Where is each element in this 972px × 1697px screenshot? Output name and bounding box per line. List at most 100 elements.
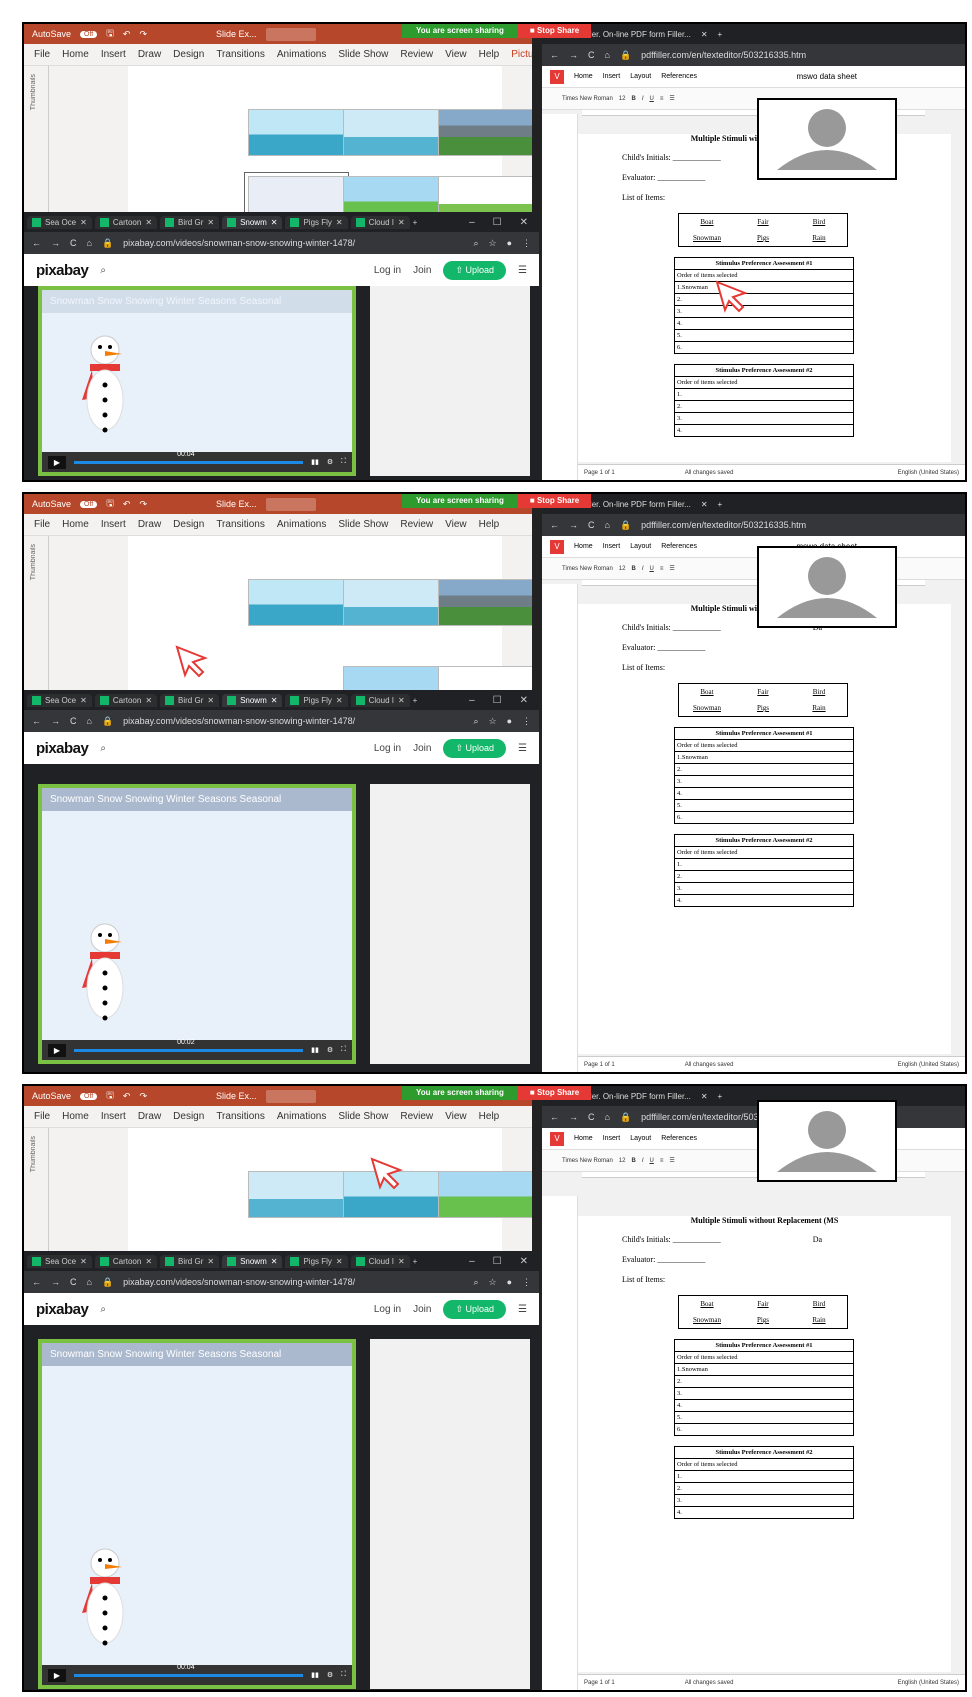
redo-icon[interactable]: ↷: [139, 499, 147, 510]
menu-icon[interactable]: ⋮: [522, 1277, 531, 1288]
search-icon[interactable]: ⌕: [100, 1304, 106, 1315]
url-field[interactable]: pdffiller.com/en/texteditor/503216335.ht…: [641, 50, 806, 60]
search-icon[interactable]: ⌕: [473, 238, 478, 249]
join-link[interactable]: Join: [413, 265, 431, 276]
order-row[interactable]: 3.: [674, 1494, 854, 1507]
pp-menu-item[interactable]: Review: [400, 519, 433, 530]
video-player[interactable]: Snowman Snow Snowing Winter Seasons Seas…: [38, 1339, 356, 1689]
order-row[interactable]: 5.: [674, 1411, 854, 1424]
login-link[interactable]: Log in: [374, 265, 401, 276]
order-row[interactable]: 6.: [674, 811, 854, 824]
bold-icon[interactable]: B: [631, 1158, 635, 1164]
browser-tab[interactable]: Snowm ✕: [222, 693, 283, 707]
home-icon[interactable]: ⌂: [87, 1277, 92, 1287]
order-row[interactable]: 1.Snowman: [674, 281, 854, 294]
pp-menu-item[interactable]: Design: [173, 49, 204, 60]
slide-picture-pigs[interactable]: [438, 1171, 535, 1218]
order-row[interactable]: 1.: [674, 858, 854, 871]
pp-menu-item[interactable]: View: [445, 49, 467, 60]
home-icon[interactable]: ⌂: [605, 520, 610, 530]
browser-tab[interactable]: Cloud I ✕: [350, 215, 410, 229]
volume-icon[interactable]: ▮▮: [311, 1671, 319, 1679]
browser-tab[interactable]: Bird Gr ✕: [160, 693, 220, 707]
pdf-tab[interactable]: ◆PDFfiller. On-line PDF form Filler...✕+: [542, 24, 965, 44]
login-link[interactable]: Log in: [374, 743, 401, 754]
url-field[interactable]: pixabay.com/videos/snowman-snow-snowing-…: [123, 716, 463, 726]
pp-menu-item[interactable]: Insert: [101, 1111, 126, 1122]
hamburger-menu-icon[interactable]: ☰: [518, 265, 527, 276]
forward-icon[interactable]: →: [51, 238, 60, 248]
forward-icon[interactable]: →: [569, 50, 578, 60]
reload-icon[interactable]: C: [70, 716, 77, 726]
order-row[interactable]: 4.: [674, 1399, 854, 1412]
underline-icon[interactable]: U: [650, 566, 654, 572]
browser-tab[interactable]: Cartoon ✕: [94, 1254, 158, 1268]
tab-close-icon[interactable]: ✕: [701, 1092, 708, 1101]
pp-filename[interactable]: Slide Ex...: [216, 1091, 257, 1101]
pp-menu-item[interactable]: File: [34, 1111, 50, 1122]
star-icon[interactable]: ☆: [488, 1277, 496, 1288]
editor-tab[interactable]: References: [661, 1135, 697, 1142]
order-row[interactable]: 4.: [674, 317, 854, 330]
tab-close-icon[interactable]: ✕: [398, 696, 405, 705]
bold-icon[interactable]: B: [631, 96, 635, 102]
font-size-select[interactable]: 12: [619, 1158, 626, 1164]
tab-close-icon[interactable]: ✕: [145, 696, 152, 705]
italic-icon[interactable]: I: [642, 96, 644, 102]
order-row[interactable]: 4.: [674, 1506, 854, 1519]
order-row[interactable]: 2.: [674, 1375, 854, 1388]
video-progress[interactable]: 00:04: [74, 451, 304, 464]
join-link[interactable]: Join: [413, 743, 431, 754]
back-icon[interactable]: ←: [32, 1277, 41, 1287]
fullscreen-icon[interactable]: ⛶: [341, 1671, 346, 1679]
stop-share-button[interactable]: ■ Stop Share: [517, 494, 592, 508]
order-row[interactable]: 1.Snowman: [674, 1363, 854, 1376]
upload-button[interactable]: ⇧ Upload: [443, 260, 507, 280]
underline-icon[interactable]: U: [650, 1158, 654, 1164]
order-row[interactable]: 3.: [674, 882, 854, 895]
pdffiller-logo[interactable]: V: [550, 1131, 564, 1146]
order-row[interactable]: 3.: [674, 775, 854, 788]
language-select[interactable]: English (United States): [898, 1062, 959, 1068]
video-progress[interactable]: 00:02: [74, 1039, 304, 1052]
video-tags[interactable]: Snowman Snow Snowing Winter Seasons Seas…: [42, 290, 352, 313]
editor-tab[interactable]: References: [661, 543, 697, 550]
pp-search-box[interactable]: [265, 497, 316, 511]
slide-picture-fair[interactable]: [343, 579, 440, 626]
pp-menu-item[interactable]: View: [445, 1111, 467, 1122]
settings-icon[interactable]: ⚙: [327, 1671, 333, 1679]
pp-menu-item[interactable]: Insert: [101, 49, 126, 60]
editor-tab[interactable]: References: [661, 73, 697, 80]
forward-icon[interactable]: →: [569, 1112, 578, 1122]
forward-icon[interactable]: →: [51, 716, 60, 726]
tab-close-icon[interactable]: ✕: [80, 1257, 87, 1266]
browser-tab[interactable]: Sea Oce ✕: [27, 1254, 92, 1268]
save-icon[interactable]: 🖫: [106, 496, 114, 512]
order-row[interactable]: 3.: [674, 412, 854, 425]
reload-icon[interactable]: C: [588, 520, 595, 530]
editor-tab[interactable]: Insert: [603, 1135, 621, 1142]
browser-tab[interactable]: Pigs Fly ✕: [285, 1254, 348, 1268]
slide-picture-bird[interactable]: [438, 109, 535, 156]
tab-close-icon[interactable]: ✕: [701, 500, 708, 509]
hamburger-menu-icon[interactable]: ☰: [518, 1304, 527, 1315]
underline-icon[interactable]: U: [650, 96, 654, 102]
font-select[interactable]: Times New Roman: [562, 1158, 613, 1164]
pp-menu-item[interactable]: Help: [479, 1111, 500, 1122]
close-window-icon[interactable]: ✕: [520, 1256, 528, 1267]
close-window-icon[interactable]: ✕: [520, 695, 528, 706]
profile-icon[interactable]: ●: [507, 238, 512, 248]
pdf-tab[interactable]: ◆PDFfiller. On-line PDF form Filler...✕+: [542, 494, 965, 514]
font-select[interactable]: Times New Roman: [562, 566, 613, 572]
slide-picture-fair[interactable]: [343, 109, 440, 156]
video-progress[interactable]: 00:04: [74, 1664, 304, 1677]
play-icon[interactable]: ▶: [48, 455, 66, 469]
font-size-select[interactable]: 12: [619, 566, 626, 572]
pp-menu-item[interactable]: Draw: [138, 49, 161, 60]
menu-icon[interactable]: ⋮: [522, 238, 531, 249]
autosave-toggle[interactable]: Off: [80, 30, 98, 38]
browser-tab[interactable]: Bird Gr ✕: [160, 215, 220, 229]
pp-menu-item[interactable]: Design: [173, 519, 204, 530]
back-icon[interactable]: ←: [32, 238, 41, 248]
editor-tab[interactable]: Insert: [603, 543, 621, 550]
